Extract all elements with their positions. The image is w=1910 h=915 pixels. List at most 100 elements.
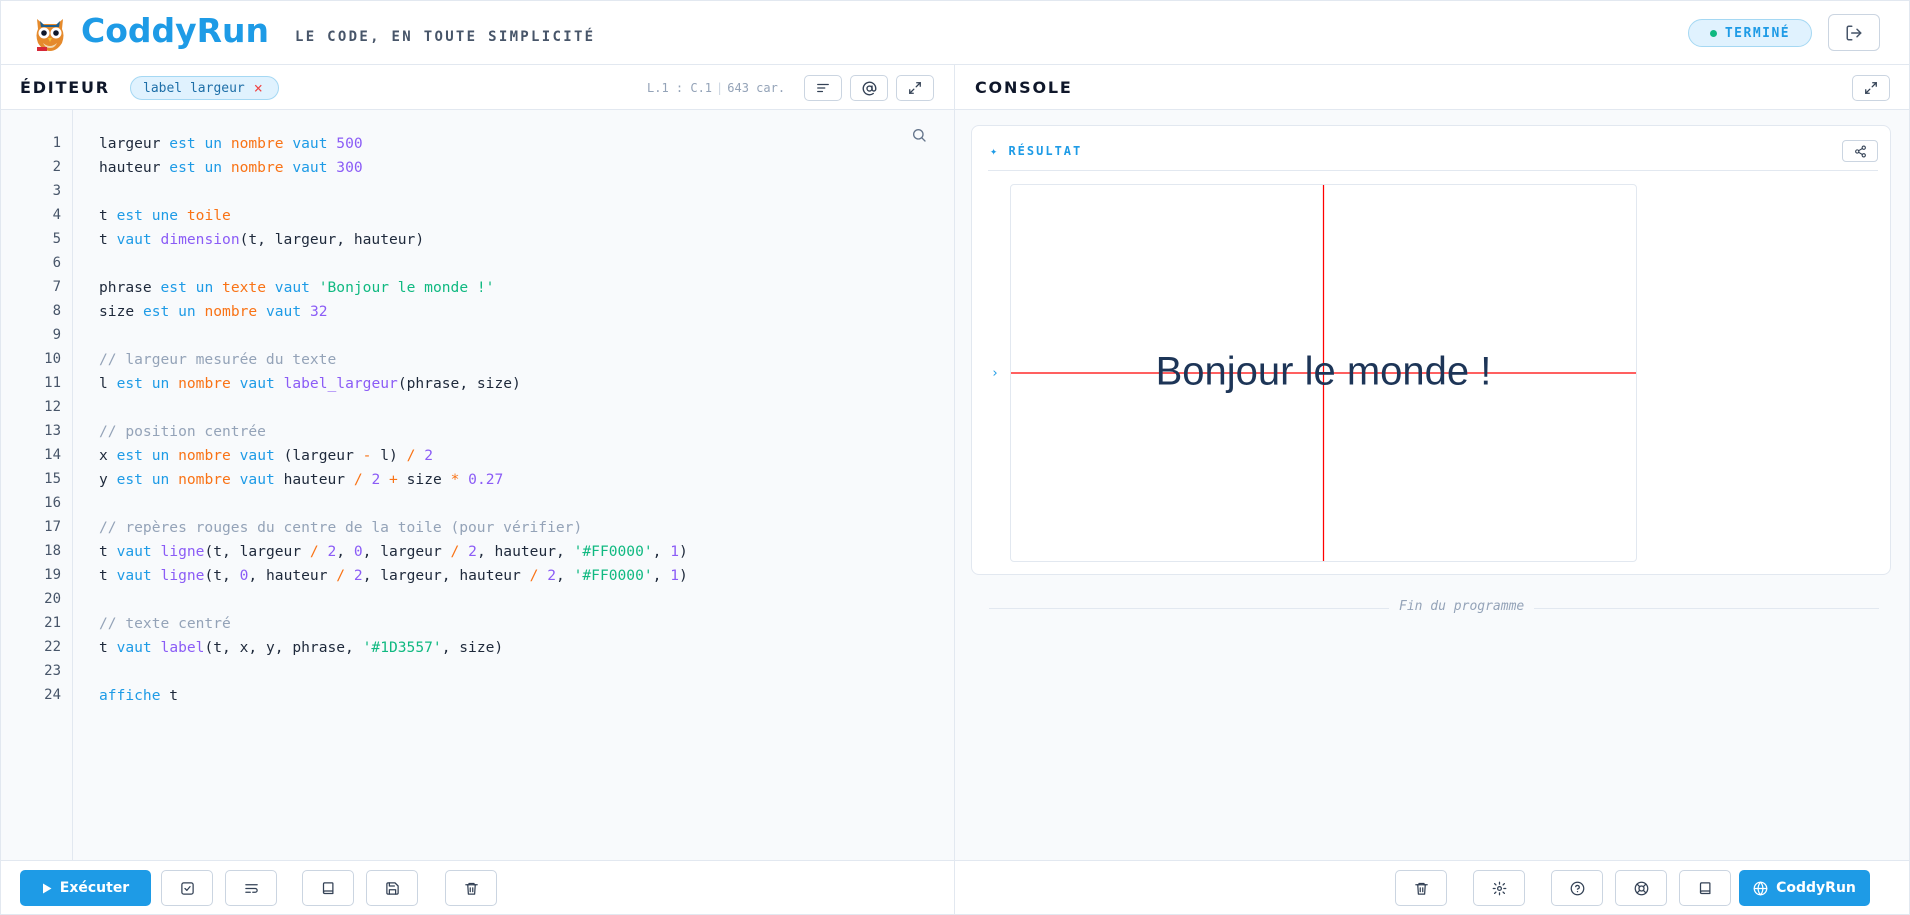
- gear-icon: [1492, 881, 1507, 896]
- lifebuoy-icon: [1634, 881, 1649, 896]
- canvas-drawing: Bonjour le monde !: [1011, 185, 1636, 561]
- line-number: 10: [44, 351, 61, 367]
- run-label: Exécuter: [59, 880, 130, 896]
- line-number: 21: [44, 615, 61, 631]
- expand-console-button[interactable]: [1852, 75, 1890, 101]
- top-header: CoddyRun LE CODE, EN TOUTE SIMPLICITÉ TE…: [1, 1, 1909, 65]
- line-number: 17: [44, 519, 61, 535]
- line-number: 18: [44, 543, 61, 559]
- brand-title: CoddyRun: [81, 11, 270, 50]
- code-line: hauteur est un nombre vaut 300: [99, 159, 363, 176]
- brand-tagline: LE CODE, EN TOUTE SIMPLICITÉ: [295, 29, 596, 45]
- line-number: 3: [52, 183, 61, 199]
- result-divider: [988, 170, 1878, 171]
- help-icon: [1570, 881, 1585, 896]
- line-number: 7: [52, 279, 61, 295]
- share-icon: [1854, 145, 1867, 158]
- code-line: x est un nombre vaut (largeur - l) / 2: [99, 447, 433, 464]
- console-title: CONSOLE: [975, 78, 1073, 97]
- status-label: TERMINÉ: [1724, 25, 1791, 41]
- trash-icon: [1414, 881, 1429, 896]
- line-number: 16: [44, 495, 61, 511]
- line-number: 22: [44, 639, 61, 655]
- editor-pane: ÉDITEUR label largeur × L.1 : C.1 | 643 ca…: [1, 65, 955, 914]
- result-label: ✦ RÉSULTAT: [990, 144, 1083, 158]
- line-number: 20: [44, 591, 61, 607]
- app-window: CoddyRun LE CODE, EN TOUTE SIMPLICITÉ TE…: [0, 0, 1910, 915]
- line-number: 9: [52, 327, 61, 343]
- expand-icon: [908, 81, 922, 95]
- logout-icon: [1845, 24, 1863, 42]
- cursor-info: L.1 : C.1 | 643 car.: [647, 81, 786, 95]
- code-line: y est un nombre vaut hauteur / 2 + size …: [99, 471, 504, 488]
- book-icon: [321, 881, 336, 896]
- mention-button[interactable]: [850, 75, 888, 101]
- line-number: 4: [52, 207, 61, 223]
- search-icon[interactable]: [911, 127, 927, 143]
- line-number: 8: [52, 303, 61, 319]
- code-line: affiche t: [99, 687, 179, 704]
- clear-editor-button[interactable]: [445, 870, 497, 906]
- chip-close-icon[interactable]: ×: [254, 79, 263, 97]
- line-number: 15: [44, 471, 61, 487]
- code-line: phrase est un texte vaut 'Bonjour le mon…: [99, 279, 495, 296]
- format-button[interactable]: [804, 75, 842, 101]
- code-line: t vaut dimension(t, largeur, hauteur): [99, 231, 425, 248]
- logout-button[interactable]: [1828, 14, 1880, 51]
- cursor-position: L.1 : C.1: [647, 81, 713, 95]
- book-icon: [1698, 881, 1713, 896]
- code-line: t vaut label(t, x, y, phrase, '#1D3557',…: [99, 639, 504, 656]
- search-chip[interactable]: label largeur ×: [130, 76, 279, 100]
- status-badge: TERMINÉ: [1688, 19, 1812, 47]
- line-number: 1: [52, 135, 61, 151]
- share-button[interactable]: [1842, 140, 1878, 162]
- globe-icon: [1753, 880, 1768, 896]
- code-line: l est un nombre vaut label_largeur(phras…: [99, 375, 521, 392]
- code-line: t vaut ligne(t, largeur / 2, 0, largeur …: [99, 543, 688, 560]
- clear-console-button[interactable]: [1395, 870, 1447, 906]
- code-line: size est un nombre vaut 32: [99, 303, 328, 320]
- wrap-button[interactable]: [225, 870, 277, 906]
- save-button[interactable]: [366, 870, 418, 906]
- code-line: // repères rouges du centre de la toile …: [99, 519, 583, 536]
- canvas-text: Bonjour le monde !: [1156, 349, 1492, 393]
- help-button[interactable]: [1551, 870, 1603, 906]
- code-line: t vaut ligne(t, 0, hauteur / 2, largeur,…: [99, 567, 688, 584]
- end-text: Fin du programme: [1389, 599, 1535, 614]
- console-header: CONSOLE: [955, 65, 1909, 110]
- play-icon: [42, 883, 52, 894]
- docs-button[interactable]: [302, 870, 354, 906]
- status-dot-icon: [1709, 29, 1717, 37]
- code-line: // position centrée: [99, 423, 266, 440]
- output-prompt: ›: [991, 366, 999, 381]
- run-button[interactable]: Exécuter: [20, 870, 151, 906]
- line-number: 2: [52, 159, 61, 175]
- docs-console-button[interactable]: [1679, 870, 1731, 906]
- wrap-icon: [244, 881, 259, 896]
- check-button[interactable]: [161, 870, 213, 906]
- code-editor[interactable]: 1 2 3 4 5 6 7 8 9 10 11 12 13 14 15 16 1…: [1, 110, 954, 860]
- editor-title: ÉDITEUR: [20, 78, 110, 97]
- code-line: // texte centré: [99, 615, 231, 632]
- code-line: // largeur mesurée du texte: [99, 351, 337, 368]
- at-icon: [862, 81, 877, 96]
- line-number: 24: [44, 687, 61, 703]
- line-number: 14: [44, 447, 61, 463]
- search-chip-label: label largeur: [143, 80, 245, 96]
- code-line: t est une toile: [99, 207, 231, 224]
- format-icon: [816, 81, 830, 95]
- console-pane: CONSOLE ✦ RÉSULTAT › Bonjour le monde ! …: [955, 65, 1909, 914]
- line-number: 13: [44, 423, 61, 439]
- line-number: 5: [52, 231, 61, 247]
- coddyrun-button[interactable]: CoddyRun: [1739, 870, 1870, 906]
- expand-editor-button[interactable]: [896, 75, 934, 101]
- console-footer: CoddyRun: [955, 860, 1909, 914]
- save-icon: [385, 881, 400, 896]
- settings-button[interactable]: [1473, 870, 1525, 906]
- code-line: largeur est un nombre vaut 500: [99, 135, 363, 152]
- support-button[interactable]: [1615, 870, 1667, 906]
- editor-footer: Exécuter: [1, 860, 954, 914]
- line-number: 12: [44, 399, 61, 415]
- line-number: 19: [44, 567, 61, 583]
- expand-icon: [1864, 81, 1878, 95]
